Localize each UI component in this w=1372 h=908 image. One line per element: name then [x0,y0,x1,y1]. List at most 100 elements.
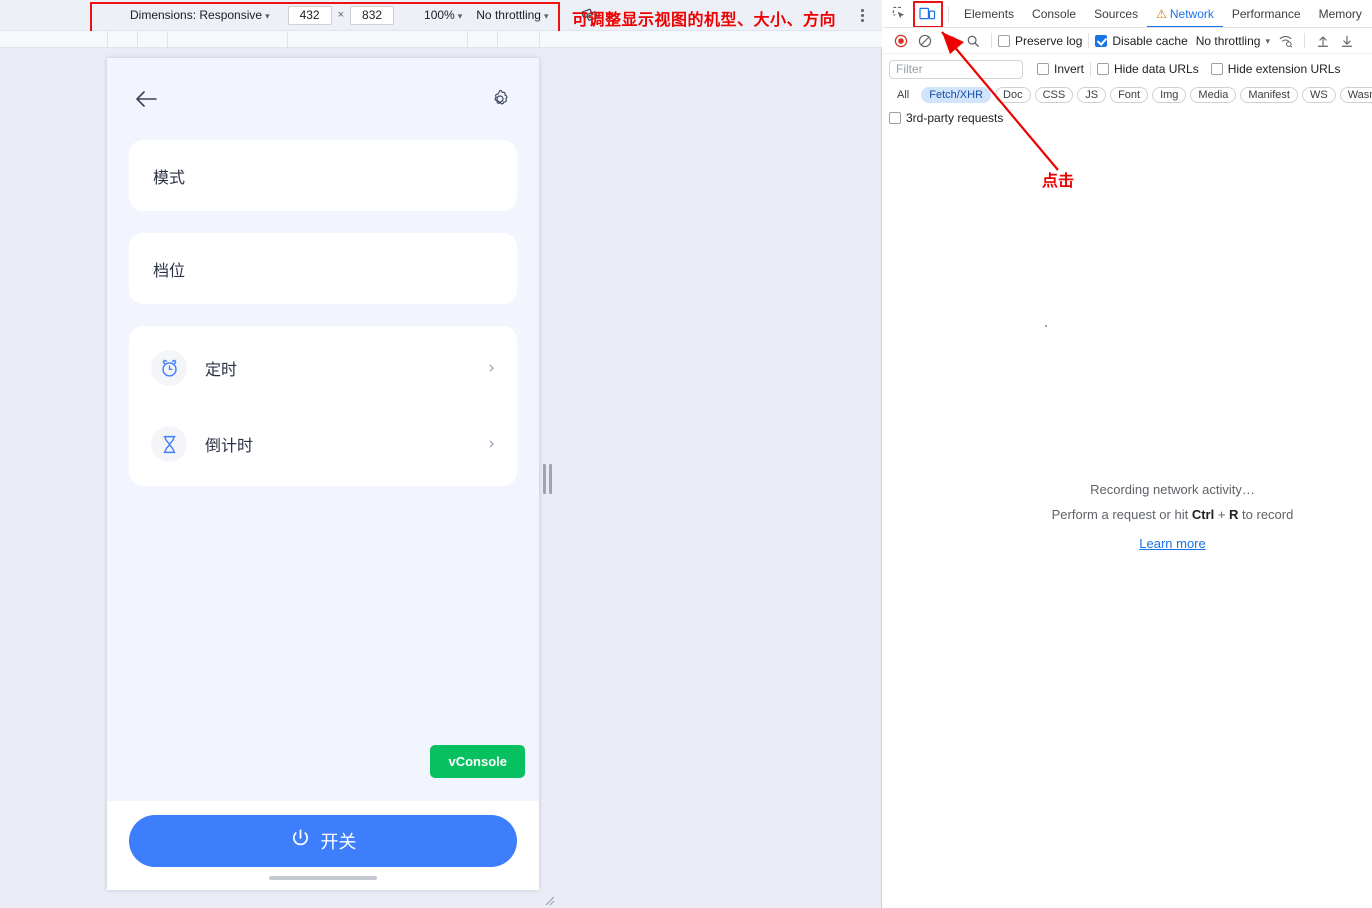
device-toolbar-toggle[interactable] [912,0,943,27]
type-filter-font[interactable]: Font [1110,87,1149,103]
toolbar-divider [1088,33,1090,48]
device-throttling-select[interactable]: No throttling ▾ [476,0,548,31]
empty-state-line2: Perform a request or hit Ctrl + R to rec… [1052,502,1294,527]
filter-divider [1090,61,1092,77]
tab-memory[interactable]: Memory [1310,0,1371,27]
vconsole-button[interactable]: vConsole [430,745,525,778]
gear-level-card[interactable]: 档位 [129,233,517,304]
third-party-requests-label: 3rd-party requests [906,111,1004,125]
mode-card-title: 模式 [153,169,186,187]
app-footer: 开关 [107,801,539,890]
devtools-panel: Elements Console Sources ⚠ Network Perfor… [883,0,1372,908]
chevron-down-icon: ▾ [265,10,270,21]
screenshot-root: Dimensions: Responsive ▾ 432 × 832 100% … [0,0,1372,908]
hourglass-icon [151,426,187,462]
preserve-log-checkbox[interactable]: Preserve log [998,34,1082,48]
type-filter-doc[interactable]: Doc [995,87,1031,103]
invert-checkbox[interactable]: Invert [1037,62,1084,76]
devtools-tabbar: Elements Console Sources ⚠ Network Perfor… [883,0,1372,28]
checkbox-box [889,112,901,124]
type-filter-fetch-xhr[interactable]: Fetch/XHR [921,87,992,103]
gear-icon[interactable] [485,84,515,114]
timer-list-card: 定时 › 倒计时 › [129,326,517,486]
mode-card[interactable]: 模式 [129,140,517,211]
export-har-icon[interactable] [1335,29,1359,53]
checkbox-box [1210,63,1223,75]
toolbar-divider [991,33,992,48]
hide-data-urls-label: Hide data URLs [1114,62,1199,76]
viewport-resize-handle[interactable] [543,464,554,494]
type-filter-all[interactable]: All [889,87,917,103]
device-emulation-pane: Dimensions: Responsive ▾ 432 × 832 100% … [0,0,882,908]
type-filter-ws[interactable]: WS [1301,87,1336,103]
disable-cache-checkbox[interactable]: Disable cache [1095,33,1188,48]
list-item-countdown-label: 倒计时 [205,438,254,455]
network-throttling-label: No throttling [1195,33,1261,48]
back-arrow-icon[interactable] [131,84,161,114]
record-stop-icon[interactable] [889,29,913,53]
tab-performance[interactable]: Performance [1223,0,1310,27]
app-body: 模式 档位 定时 › 倒计时 › [107,140,539,801]
empty-line2-pre: Perform a request or hit [1051,506,1192,522]
empty-state-line1: Recording network activity… [1090,481,1255,497]
type-filter-img[interactable]: Img [1152,87,1187,103]
emulated-device-viewport[interactable]: 模式 档位 定时 › 倒计时 › vConsole 开关 [107,58,539,890]
preserve-log-label: Preserve log [1015,33,1083,48]
more-options-icon[interactable] [854,7,870,23]
shortcut-plus: + [1214,506,1230,522]
filter-input[interactable] [889,59,1023,79]
home-indicator [269,876,377,880]
viewport-size-group: 432 × 832 [287,0,395,31]
third-party-requests-checkbox[interactable]: 3rd-party requests [889,111,1003,125]
tab-sources[interactable]: Sources [1085,0,1147,27]
chevron-right-icon: › [488,358,495,378]
search-icon[interactable] [961,29,985,53]
toolbar-divider [1303,33,1305,48]
network-conditions-icon[interactable] [1274,29,1298,53]
chevron-down-icon: ▾ [457,10,463,21]
device-throttling-label: No throttling [476,8,541,22]
type-filter-manifest[interactable]: Manifest [1240,87,1298,103]
app-header [107,58,539,140]
network-toolbar: Preserve log Disable cache No throttling… [883,28,1372,54]
import-har-icon[interactable] [1311,29,1335,53]
dimensions-label: Dimensions: Responsive [130,8,263,22]
type-filter-js[interactable]: JS [1077,87,1107,103]
resource-type-filters: All Fetch/XHR Doc CSS JS Font Img Media … [883,83,1372,107]
checkbox-box [998,34,1010,47]
network-throttling-select[interactable]: No throttling ▾ [1196,34,1270,48]
filter-funnel-icon[interactable] [937,29,961,53]
inspect-element-icon[interactable] [886,1,912,27]
gear-level-card-title: 档位 [153,262,186,280]
disable-cache-label: Disable cache [1112,33,1188,48]
checkbox-box [1037,63,1049,75]
shortcut-r: R [1229,506,1239,522]
viewport-resize-corner[interactable] [543,893,555,906]
viewport-height-input[interactable]: 832 [350,5,395,25]
list-item-timer-label: 定时 [205,362,238,379]
viewport-width-input[interactable]: 432 [287,5,332,25]
list-item-timer[interactable]: 定时 › [129,330,517,406]
dimensions-select[interactable]: Dimensions: Responsive ▾ [130,0,270,31]
tab-elements[interactable]: Elements [955,0,1023,27]
network-timeline-dot [1045,325,1047,327]
size-separator: × [337,9,345,21]
type-filter-wasm[interactable]: Wasm [1339,87,1372,103]
hide-extension-urls-label: Hide extension URLs [1227,62,1341,76]
tab-network[interactable]: ⚠ Network [1147,0,1223,27]
learn-more-link[interactable]: Learn more [1139,531,1205,556]
invert-label: Invert [1054,62,1085,76]
zoom-label: 100% [424,8,455,22]
type-filter-css[interactable]: CSS [1034,87,1074,103]
power-switch-button[interactable]: 开关 [129,815,517,867]
checkbox-box [1097,63,1110,75]
empty-line2-post: to record [1238,506,1294,522]
tab-console[interactable]: Console [1023,0,1085,27]
zoom-select[interactable]: 100% ▾ [424,0,462,31]
chevron-down-icon: ▾ [543,10,549,21]
hide-data-urls-checkbox[interactable]: Hide data URLs [1097,62,1199,76]
hide-extension-urls-checkbox[interactable]: Hide extension URLs [1210,62,1341,76]
clear-network-log-icon[interactable] [913,29,937,53]
list-item-countdown[interactable]: 倒计时 › [129,406,517,482]
type-filter-media[interactable]: Media [1190,87,1237,103]
